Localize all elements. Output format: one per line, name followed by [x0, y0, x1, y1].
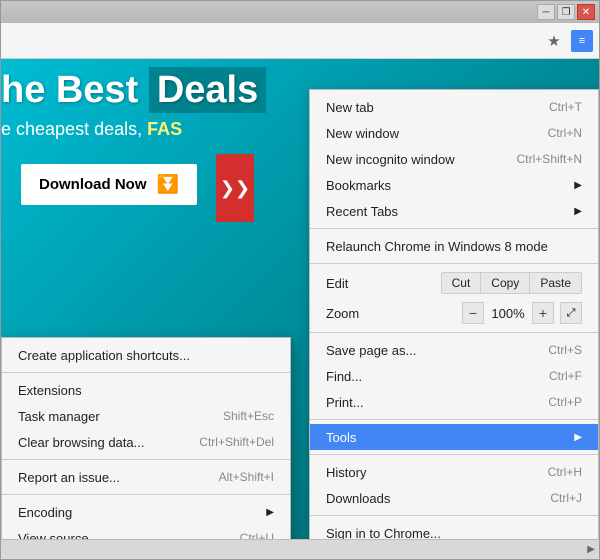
browser-window: ─ ❐ ✕ ★ ≡ he Best Deals e cheapest deals… — [0, 0, 600, 560]
menu-item-find[interactable]: Find... Ctrl+F — [310, 363, 598, 389]
separator-4 — [310, 419, 598, 420]
menu-item-save-page[interactable]: Save page as... Ctrl+S — [310, 337, 598, 363]
menu-item-recent-tabs[interactable]: Recent Tabs ▶ — [310, 198, 598, 224]
bottom-bar: ▶ — [1, 539, 599, 559]
sub-sep-1 — [2, 372, 290, 373]
restore-button[interactable]: ❐ — [557, 4, 575, 20]
sub-menu-item-encoding[interactable]: Encoding ▶ — [2, 499, 290, 525]
headline-part1: he Best — [1, 69, 149, 111]
sub-menu-item-view-source[interactable]: View source Ctrl+U — [2, 525, 290, 539]
menu-item-bookmarks[interactable]: Bookmarks ▶ — [310, 172, 598, 198]
paste-button[interactable]: Paste — [530, 272, 582, 294]
edit-row: Edit Cut Copy Paste — [310, 268, 598, 298]
scroll-right-icon: ▶ — [587, 544, 595, 555]
bookmark-icon[interactable]: ★ — [543, 30, 565, 52]
cut-button[interactable]: Cut — [441, 272, 482, 294]
menu-item-incognito[interactable]: New incognito window Ctrl+Shift+N — [310, 146, 598, 172]
fas-text: FAS — [147, 119, 182, 139]
sub-sep-3 — [2, 494, 290, 495]
separator-5 — [310, 454, 598, 455]
menu-item-new-tab[interactable]: New tab Ctrl+T — [310, 94, 598, 120]
browser-toolbar: ★ ≡ — [1, 23, 599, 59]
menu-item-tools[interactable]: Tools ▶ — [310, 424, 598, 450]
sub-menu-item-task-manager[interactable]: Task manager Shift+Esc — [2, 403, 290, 429]
title-bar: ─ ❐ ✕ — [1, 1, 599, 23]
separator-1 — [310, 228, 598, 229]
sub-sep-2 — [2, 459, 290, 460]
zoom-level: 100% — [490, 306, 526, 321]
zoom-row: Zoom − 100% + ⤢ — [310, 298, 598, 328]
red-arrow-box: ❯❯ — [216, 154, 254, 222]
menu-item-signin[interactable]: Sign in to Chrome... — [310, 520, 598, 539]
sub-menu-item-report-issue[interactable]: Report an issue... Alt+Shift+I — [2, 464, 290, 490]
sub-menu-item-extensions[interactable]: Extensions — [2, 377, 290, 403]
tools-submenu: Create application shortcuts... Extensio… — [1, 337, 291, 539]
menu-item-downloads[interactable]: Downloads Ctrl+J — [310, 485, 598, 511]
chrome-menu-icon[interactable]: ≡ — [571, 30, 593, 52]
fullscreen-button[interactable]: ⤢ — [560, 302, 582, 324]
separator-2 — [310, 263, 598, 264]
subheadline: e cheapest deals, FAS — [1, 119, 182, 140]
sub-menu-item-app-shortcuts[interactable]: Create application shortcuts... — [2, 342, 290, 368]
menu-item-new-window[interactable]: New window Ctrl+N — [310, 120, 598, 146]
separator-6 — [310, 515, 598, 516]
sub-menu-item-clear-browsing[interactable]: Clear browsing data... Ctrl+Shift+Del — [2, 429, 290, 455]
zoom-in-button[interactable]: + — [532, 302, 554, 324]
zoom-out-button[interactable]: − — [462, 302, 484, 324]
separator-3 — [310, 332, 598, 333]
close-button[interactable]: ✕ — [577, 4, 595, 20]
menu-item-history[interactable]: History Ctrl+H — [310, 459, 598, 485]
menu-item-relaunch[interactable]: Relaunch Chrome in Windows 8 mode — [310, 233, 598, 259]
main-menu: New tab Ctrl+T New window Ctrl+N New inc… — [309, 89, 599, 539]
menu-item-print[interactable]: Print... Ctrl+P — [310, 389, 598, 415]
headline-deals: Deals — [149, 67, 266, 113]
download-button[interactable]: Download Now ⏬ — [21, 164, 197, 205]
copy-button[interactable]: Copy — [481, 272, 530, 294]
page-content: he Best Deals e cheapest deals, FAS Down… — [1, 59, 599, 539]
minimize-button[interactable]: ─ — [537, 4, 555, 20]
